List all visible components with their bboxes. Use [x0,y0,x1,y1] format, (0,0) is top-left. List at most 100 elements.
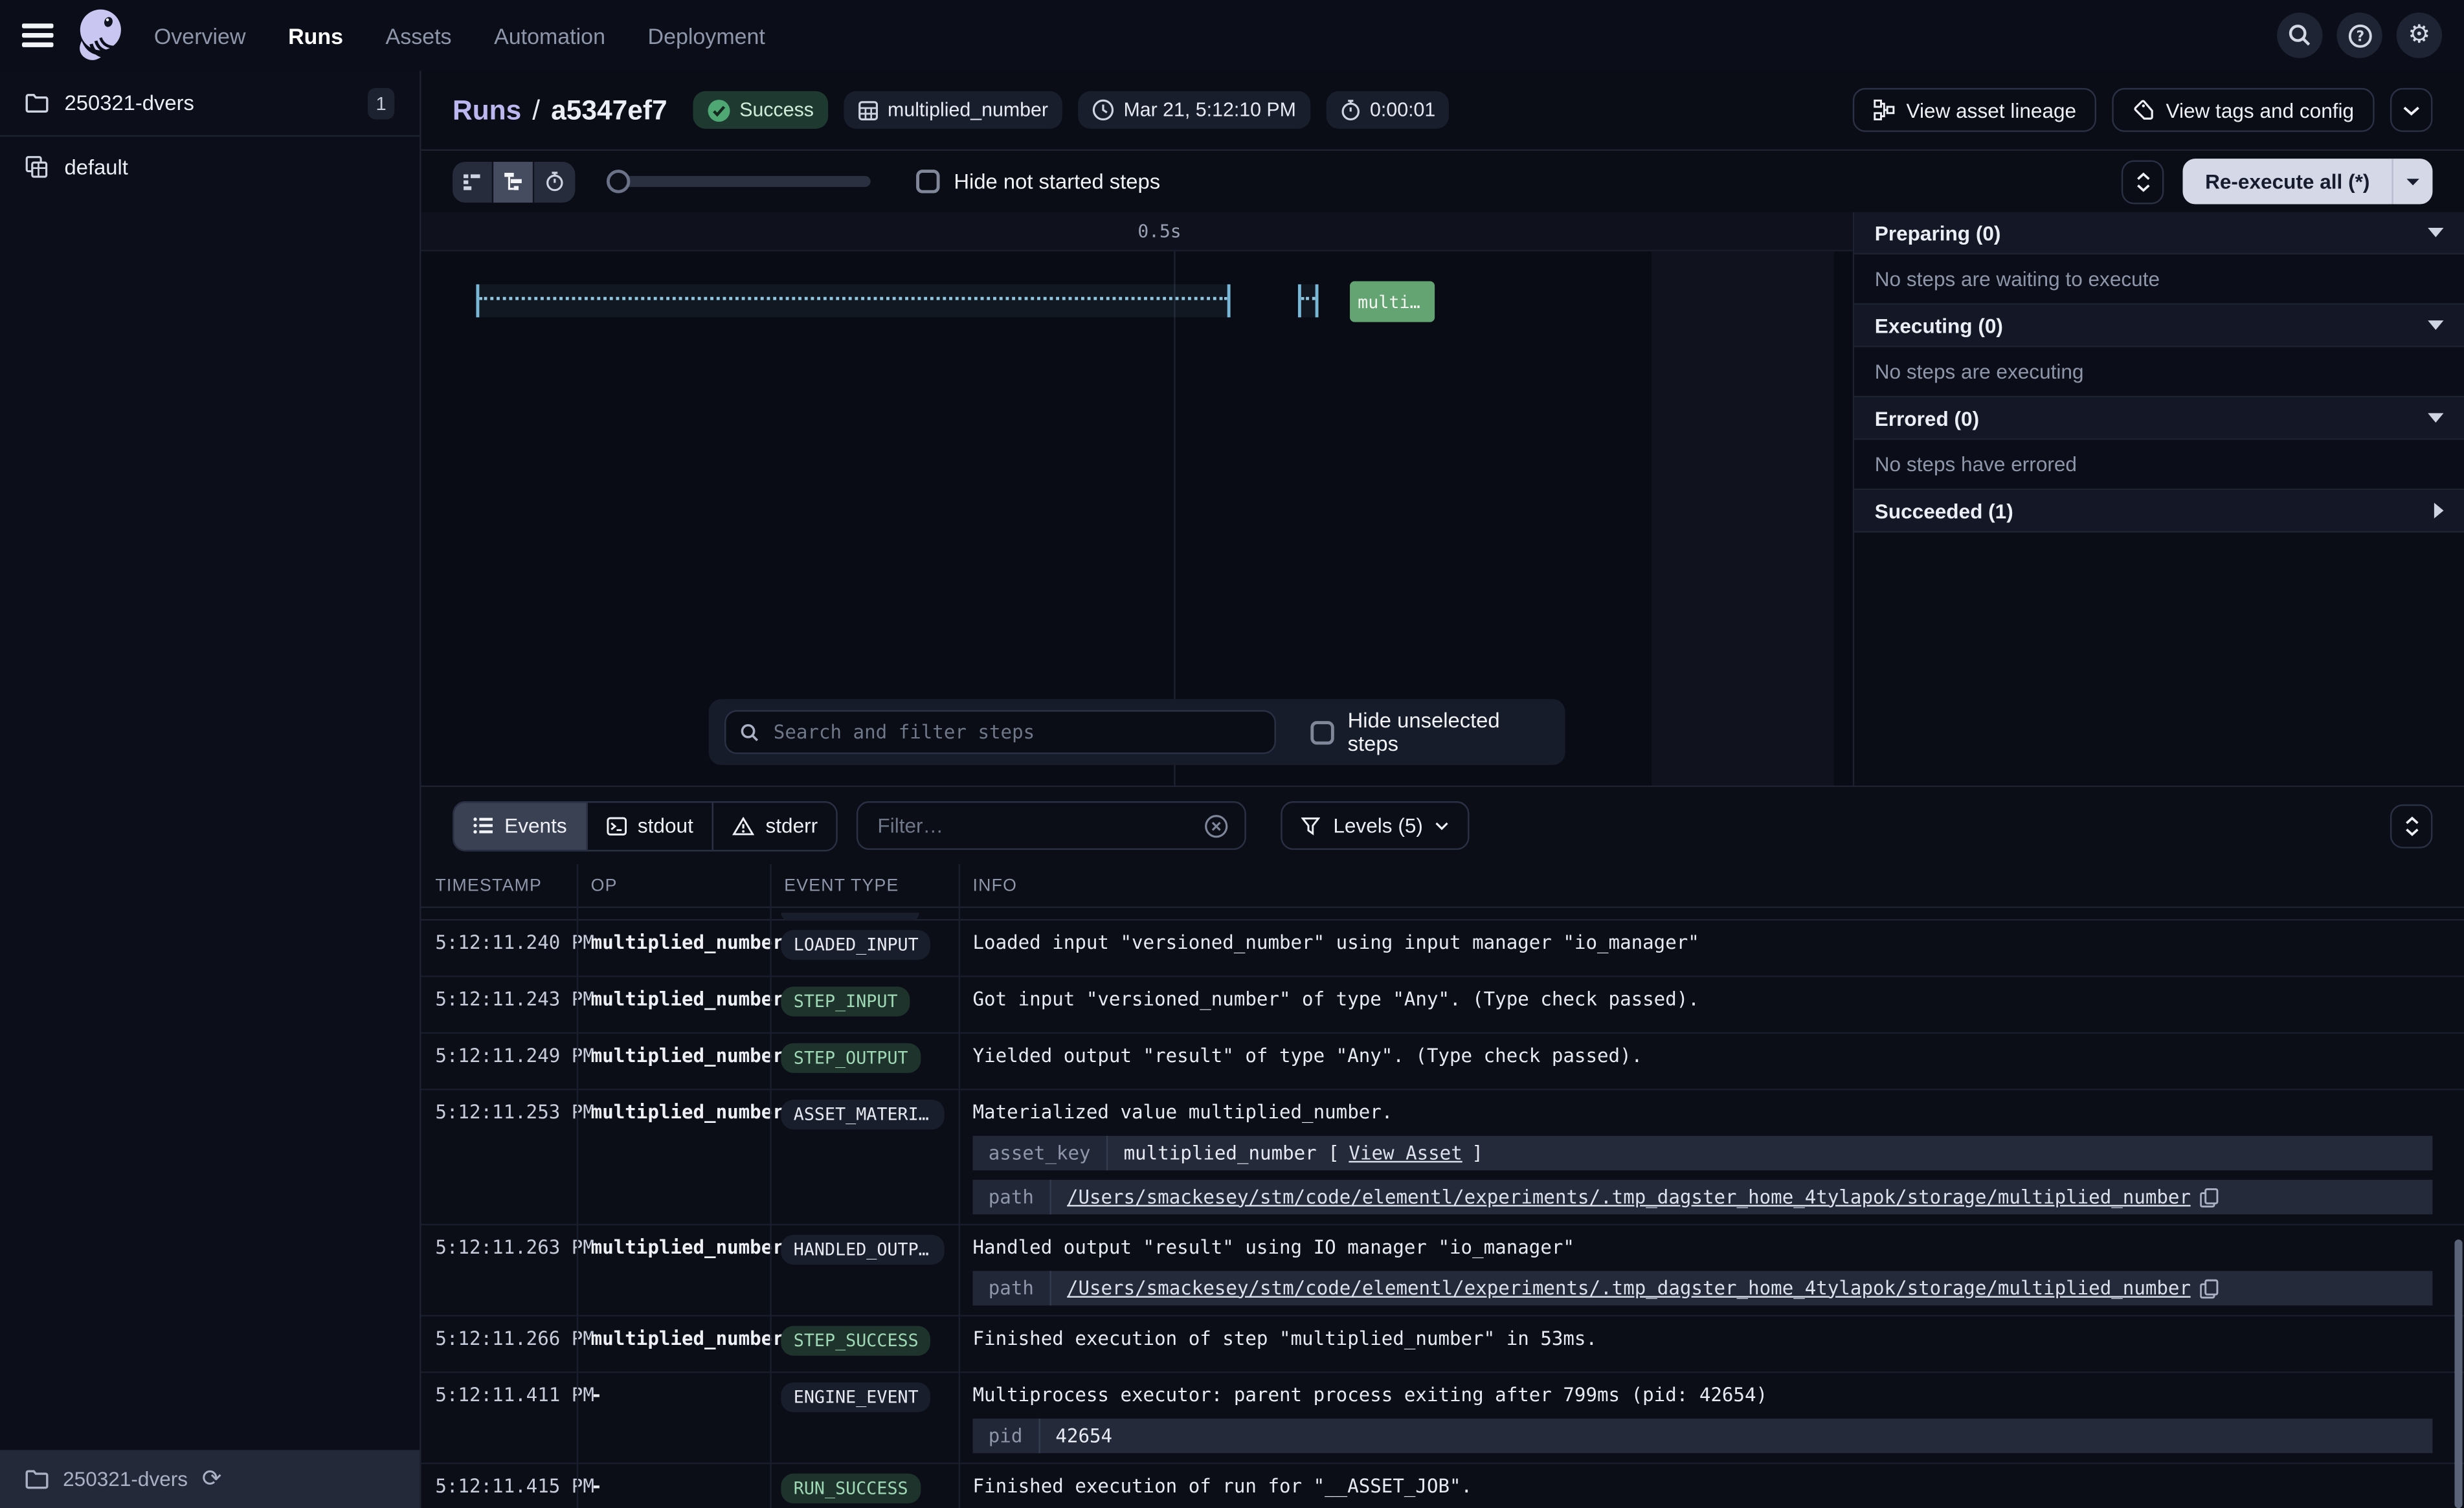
event-info: Finished execution of step "multiplied_n… [959,1326,2464,1362]
event-type-cell: STEP_INPUT [770,986,958,1023]
log-toolbar: Events stdout stderr [421,787,2464,864]
check-circle-icon [706,98,730,122]
scrollbar-thumb[interactable] [2454,1239,2462,1508]
refresh-icon[interactable]: ⟳ [202,1467,222,1491]
event-op: multiplied_number [577,1043,770,1080]
waterfall-view-button[interactable] [493,161,534,202]
event-op: multiplied_number [577,1326,770,1362]
log-filter-field[interactable] [857,801,1247,850]
gantt-chart[interactable]: 0.5s multiplied_number [421,212,1853,786]
run-count-badge: 1 [368,87,394,119]
event-info: Yielded output "result" of type "Any". (… [959,1043,2464,1080]
flat-view-icon [462,172,483,191]
top-nav: Overview Runs Assets Automation Deployme… [0,0,2464,71]
table-row[interactable]: 5:12:11.240 PMmultiplied_numberLOADED_IN… [421,920,2464,977]
metadata-key: path [972,1180,1051,1214]
expand-log-panel-button[interactable] [2390,804,2433,848]
section-executing[interactable]: Executing (0) [1854,305,2464,348]
dagster-logo-icon[interactable] [73,5,129,65]
step-search-input[interactable] [770,720,1260,745]
nav-assets[interactable]: Assets [386,23,452,48]
expand-triangle-icon [2434,503,2444,518]
metadata-link[interactable]: View Asset [1349,1140,1462,1166]
collapse-triangle-icon [2428,320,2443,330]
event-type-cell: ENGINE_EVENT [770,1382,958,1453]
hide-not-started-checkbox[interactable] [916,170,939,193]
metadata-link[interactable]: /Users/smackesey/stm/code/elementl/exper… [1067,1275,2191,1302]
event-log-table: TIMESTAMP OP EVENT TYPE INFO 5:12:11.240… [421,864,2464,1508]
timer-icon [1340,99,1361,121]
gantt-step-bar[interactable]: multiplied_number [1350,281,1435,322]
event-timestamp: 5:12:11.240 PM [421,930,577,966]
asset-tag[interactable]: multiplied_number [844,91,1062,129]
nav-runs[interactable]: Runs [288,23,343,48]
reexecute-all-button[interactable]: Re-execute all (*) [2183,170,2391,193]
tab-stdout[interactable]: stdout [587,802,713,849]
zoom-slider[interactable] [610,176,871,187]
table-row[interactable]: 5:12:11.415 PM-RUN_SUCCESSFinished execu… [421,1464,2464,1508]
table-row[interactable]: 5:12:11.411 PM-ENGINE_EVENTMultiprocess … [421,1373,2464,1464]
section-succeeded[interactable]: Succeeded (1) [1854,490,2464,533]
hide-not-started-label: Hide not started steps [954,170,1160,193]
collapse-triangle-icon [2428,413,2443,423]
reexecute-menu-button[interactable] [2391,159,2432,204]
help-button[interactable]: ? [2336,12,2382,58]
tag-icon [2133,99,2155,121]
sidebar-footer[interactable]: 250321-dvers ⟳ [0,1450,420,1508]
zoom-slider-handle[interactable] [607,170,630,193]
levels-dropdown[interactable]: Levels (5) [1281,801,1470,850]
metadata-text: 42654 [1055,1423,1112,1449]
event-timestamp: 5:12:11.415 PM [421,1474,577,1508]
nav-automation[interactable]: Automation [494,23,605,48]
section-preparing[interactable]: Preparing (0) [1854,212,2464,255]
gantt-highlight-region [1652,251,1834,785]
code-location-label: 250321-dvers [65,91,194,115]
view-asset-lineage-button[interactable]: View asset lineage [1853,88,2097,132]
event-info-text: Got input "versioned_number" of type "An… [972,986,2432,1013]
sidebar-item-default-group[interactable]: default [0,137,420,196]
gantt-step-label: multiplied_number [1358,291,1427,312]
table-row[interactable]: 5:12:11.266 PMmultiplied_numberSTEP_SUCC… [421,1316,2464,1373]
event-info: Finished execution of run for "__ASSET_J… [959,1474,2464,1508]
sidebar-item-code-location[interactable]: 250321-dvers 1 [0,71,420,137]
event-type-badge: STEP_INPUT [781,986,910,1016]
flat-view-button[interactable] [453,161,493,202]
hamburger-menu-icon[interactable] [22,23,54,47]
column-divider [959,864,960,1508]
section-errored[interactable]: Errored (0) [1854,397,2464,440]
stopwatch-icon [545,172,564,192]
settings-button[interactable]: ⚙ [2397,12,2442,58]
event-timestamp: 5:12:11.266 PM [421,1326,577,1362]
run-actions-menu-button[interactable] [2390,88,2433,132]
tab-events[interactable]: Events [454,802,587,849]
metadata-value: 42654 [1040,1423,1128,1449]
table-row[interactable]: 5:12:11.263 PMmultiplied_numberHANDLED_O… [421,1225,2464,1316]
tab-stderr[interactable]: stderr [713,802,836,849]
table-row[interactable]: 5:12:11.249 PMmultiplied_numberSTEP_OUTP… [421,1034,2464,1090]
view-tags-config-button[interactable]: View tags and config [2112,88,2375,132]
expand-collapse-panel-button[interactable] [2122,159,2164,203]
hide-unselected-checkbox[interactable] [1310,720,1333,744]
event-info-text: Yielded output "result" of type "Any". (… [972,1043,2432,1070]
section-errored-body: No steps have errored [1854,440,2464,491]
timed-view-button[interactable] [534,161,575,202]
nav-deployment[interactable]: Deployment [648,23,765,48]
log-filter-input[interactable] [875,812,1192,839]
metadata-entry: asset_keymultiplied_number [View Asset] [972,1136,2432,1170]
breadcrumb-runs[interactable]: Runs [453,93,521,126]
event-info: Materialized value multiplied_number.ass… [959,1100,2464,1214]
event-op: - [577,1474,770,1508]
clear-filter-icon[interactable] [1204,813,1229,838]
metadata-link[interactable]: /Users/smackesey/stm/code/elementl/exper… [1067,1184,2191,1210]
footer-location-label: 250321-dvers [63,1467,188,1491]
event-info: Handled output "result" using IO manager… [959,1235,2464,1305]
table-header-row: TIMESTAMP OP EVENT TYPE INFO [421,864,2464,908]
table-row[interactable]: 5:12:11.243 PMmultiplied_numberSTEP_INPU… [421,977,2464,1034]
copy-icon[interactable] [2201,1278,2219,1299]
table-row[interactable]: 5:12:11.253 PMmultiplied_numberASSET_MAT… [421,1091,2464,1226]
nav-overview[interactable]: Overview [154,23,246,48]
reexecute-split-button: Re-execute all (*) [2183,159,2432,204]
step-search-field[interactable] [724,710,1275,754]
search-button[interactable] [2277,12,2322,58]
copy-icon[interactable] [2201,1187,2219,1208]
